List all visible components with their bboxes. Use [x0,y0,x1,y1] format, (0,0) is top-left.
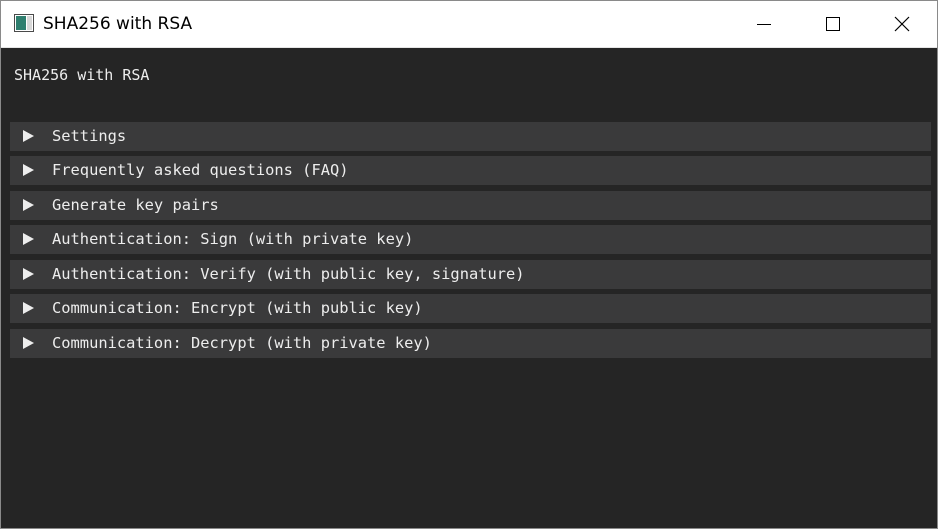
triangle-right-icon [23,233,34,245]
maximize-button[interactable] [798,1,868,47]
triangle-right-icon [23,199,34,211]
minimize-icon [757,24,771,25]
close-icon [894,16,910,32]
section-auth-verify[interactable]: Authentication: Verify (with public key,… [10,260,931,289]
close-button[interactable] [867,1,937,47]
maximize-icon [826,17,840,31]
page-heading: SHA256 with RSA [14,66,150,84]
section-label: Frequently asked questions (FAQ) [52,161,349,179]
section-label: Authentication: Sign (with private key) [52,230,414,248]
triangle-right-icon [23,268,34,280]
title-bar[interactable]: SHA256 with RSA [1,1,937,48]
section-generate-key-pairs[interactable]: Generate key pairs [10,191,931,220]
triangle-right-icon [23,337,34,349]
section-settings[interactable]: Settings [10,122,931,151]
triangle-right-icon [23,302,34,314]
app-window: SHA256 with RSA SHA256 with RSA Settings [0,0,938,529]
window-title: SHA256 with RSA [43,14,193,34]
section-label: Authentication: Verify (with public key,… [52,265,525,283]
section-label: Generate key pairs [52,196,219,214]
triangle-right-icon [23,130,34,142]
section-comm-encrypt[interactable]: Communication: Encrypt (with public key) [10,294,931,323]
section-auth-sign[interactable]: Authentication: Sign (with private key) [10,225,931,254]
section-comm-decrypt[interactable]: Communication: Decrypt (with private key… [10,329,931,358]
main-content: SHA256 with RSA Settings Frequently aske… [1,48,937,528]
triangle-right-icon [23,164,34,176]
app-window-icon [14,14,34,32]
minimize-button[interactable] [729,1,799,47]
section-label: Communication: Decrypt (with private key… [52,334,432,352]
section-label: Communication: Encrypt (with public key) [52,299,423,317]
section-label: Settings [52,127,127,145]
section-faq[interactable]: Frequently asked questions (FAQ) [10,156,931,185]
